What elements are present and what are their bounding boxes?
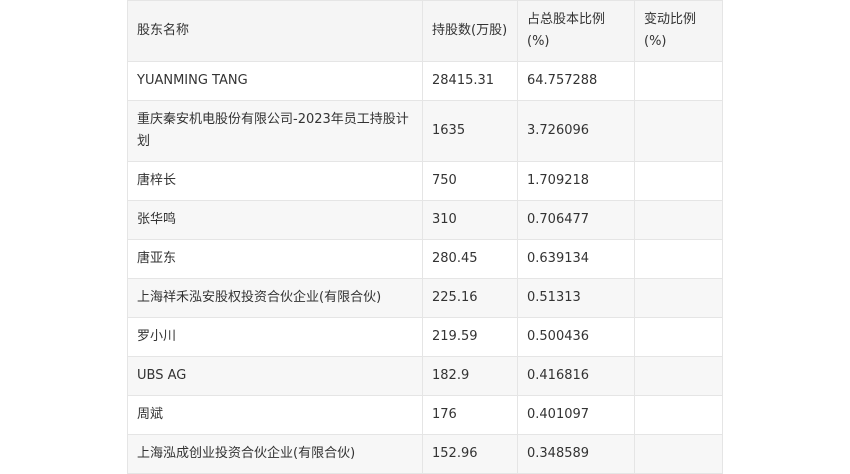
cell-shareholder-name: 上海泓成创业投资合伙企业(有限合伙) [127, 434, 423, 474]
cell-share-ratio: 0.500436 [517, 317, 635, 357]
cell-shareholder-name: 上海祥禾泓安股权投资合伙企业(有限合伙) [127, 278, 423, 318]
cell-share-ratio: 0.51313 [517, 278, 635, 318]
cell-change-ratio [634, 317, 723, 357]
cell-shareholder-name: 张华鸣 [127, 200, 423, 240]
table-row: 唐梓长 750 1.709218 [127, 161, 723, 201]
cell-share-ratio: 64.757288 [517, 61, 635, 101]
cell-shareholder-name: 唐梓长 [127, 161, 423, 201]
cell-change-ratio [634, 356, 723, 396]
shareholder-table-container: 股东名称 持股数(万股) 占总股本比例(%) 变动比例(%) YUANMING … [127, 0, 723, 474]
table-row: 罗小川 219.59 0.500436 [127, 317, 723, 357]
cell-change-ratio [634, 239, 723, 279]
table-row: 张华鸣 310 0.706477 [127, 200, 723, 240]
shareholder-table: 股东名称 持股数(万股) 占总股本比例(%) 变动比例(%) YUANMING … [127, 0, 723, 474]
table-row: 上海祥禾泓安股权投资合伙企业(有限合伙) 225.16 0.51313 [127, 278, 723, 318]
table-row: UBS AG 182.9 0.416816 [127, 356, 723, 396]
cell-share-ratio: 0.706477 [517, 200, 635, 240]
cell-share-ratio: 0.401097 [517, 395, 635, 435]
header-shareholder-name: 股东名称 [127, 0, 423, 62]
cell-shares-held: 152.96 [422, 434, 518, 474]
cell-shares-held: 28415.31 [422, 61, 518, 101]
cell-change-ratio [634, 278, 723, 318]
table-row: 唐亚东 280.45 0.639134 [127, 239, 723, 279]
header-change-ratio: 变动比例(%) [634, 0, 723, 62]
cell-change-ratio [634, 200, 723, 240]
cell-share-ratio: 0.639134 [517, 239, 635, 279]
cell-shareholder-name: UBS AG [127, 356, 423, 396]
cell-shares-held: 280.45 [422, 239, 518, 279]
cell-shares-held: 182.9 [422, 356, 518, 396]
cell-shares-held: 176 [422, 395, 518, 435]
cell-share-ratio: 0.416816 [517, 356, 635, 396]
cell-change-ratio [634, 100, 723, 162]
cell-shareholder-name: 罗小川 [127, 317, 423, 357]
cell-shares-held: 310 [422, 200, 518, 240]
cell-shares-held: 1635 [422, 100, 518, 162]
header-shares-held: 持股数(万股) [422, 0, 518, 62]
cell-shareholder-name: 重庆秦安机电股份有限公司-2023年员工持股计划 [127, 100, 423, 162]
cell-shares-held: 750 [422, 161, 518, 201]
table-row: YUANMING TANG 28415.31 64.757288 [127, 61, 723, 101]
cell-shareholder-name: 唐亚东 [127, 239, 423, 279]
cell-share-ratio: 1.709218 [517, 161, 635, 201]
table-row: 重庆秦安机电股份有限公司-2023年员工持股计划 1635 3.726096 [127, 100, 723, 162]
table-row: 上海泓成创业投资合伙企业(有限合伙) 152.96 0.348589 [127, 434, 723, 474]
cell-shares-held: 225.16 [422, 278, 518, 318]
cell-change-ratio [634, 434, 723, 474]
table-header-row: 股东名称 持股数(万股) 占总股本比例(%) 变动比例(%) [127, 0, 723, 62]
cell-change-ratio [634, 61, 723, 101]
cell-shares-held: 219.59 [422, 317, 518, 357]
cell-share-ratio: 0.348589 [517, 434, 635, 474]
header-share-ratio: 占总股本比例(%) [517, 0, 635, 62]
cell-shareholder-name: YUANMING TANG [127, 61, 423, 101]
cell-shareholder-name: 周斌 [127, 395, 423, 435]
cell-share-ratio: 3.726096 [517, 100, 635, 162]
cell-change-ratio [634, 395, 723, 435]
table-row: 周斌 176 0.401097 [127, 395, 723, 435]
cell-change-ratio [634, 161, 723, 201]
